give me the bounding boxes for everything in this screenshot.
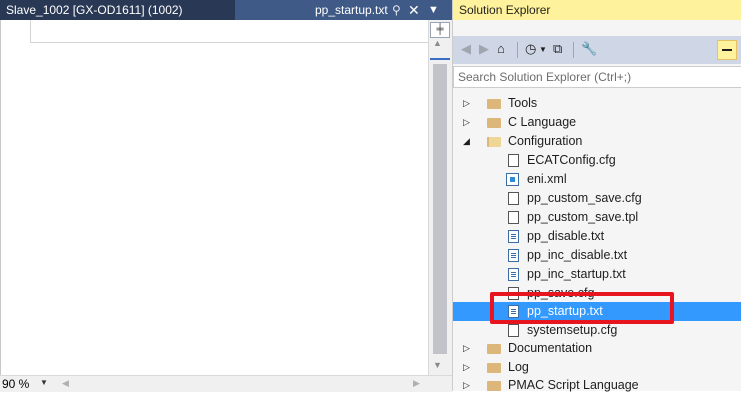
history-icon[interactable]: ◷ <box>525 41 536 57</box>
expand-arrow-icon[interactable]: ▷ <box>463 339 470 358</box>
tab-pp-startup[interactable]: pp_startup.txt ⚲ ✕ ▼ <box>235 0 452 20</box>
expand-arrow-icon[interactable]: ▷ <box>463 358 470 377</box>
document-tab-bar: Slave_1002 [GX-OD1611] (1002) pp_startup… <box>0 0 452 20</box>
tree-item-pp-inc-startup[interactable]: pp_inc_startup.txt <box>453 265 741 284</box>
pin-icon[interactable]: ⚲ <box>392 0 401 20</box>
file-icon <box>508 211 519 224</box>
scroll-right-icon[interactable]: ▶ <box>413 378 420 389</box>
zoom-level[interactable]: 90 % <box>2 377 29 391</box>
zoom-dropdown-icon[interactable]: ▼ <box>40 378 48 387</box>
highlight-box <box>490 292 674 324</box>
open-folder-icon <box>487 137 501 147</box>
tree-item-pmac-script[interactable]: ▷ PMAC Script Language <box>453 376 741 395</box>
scroll-position-marker <box>430 58 450 60</box>
code-editor: Slave_1002 [GX-OD1611] (1002) pp_startup… <box>0 0 453 392</box>
editor-navigation-bar <box>30 20 430 43</box>
history-dropdown-icon[interactable]: ▼ <box>539 45 547 54</box>
tree-item-pp-inc-disable[interactable]: pp_inc_disable.txt <box>453 246 741 265</box>
forward-icon[interactable]: ▶ <box>479 41 489 57</box>
toolbar-divider <box>573 42 574 58</box>
close-icon[interactable]: ✕ <box>408 0 420 20</box>
editor-status-bar: 90 % ▼ ◀ ▶ <box>0 375 452 392</box>
explorer-toolbar: ◀ ▶ ⌂ ◷ ▼ ⧉ 🔧 <box>453 36 741 64</box>
pin-panel-icon[interactable] <box>717 40 737 60</box>
tree-item-ecatconfig[interactable]: ECATConfig.cfg <box>453 151 741 170</box>
text-file-icon <box>508 230 519 243</box>
tree-item-c-language[interactable]: ▷ C Language <box>453 113 741 132</box>
collapse-all-icon[interactable]: ⧉ <box>553 41 562 57</box>
text-file-icon <box>508 268 519 281</box>
expand-arrow-icon[interactable]: ▷ <box>463 94 470 113</box>
solution-tree: ▷ Tools ▷ C Language ◢ Configuration ECA… <box>453 94 741 392</box>
search-input[interactable]: Search Solution Explorer (Ctrl+;) <box>453 66 741 88</box>
expand-arrow-icon[interactable]: ▷ <box>463 376 470 395</box>
tab-slave-config[interactable]: Slave_1002 [GX-OD1611] (1002) <box>0 0 235 20</box>
chevron-down-icon[interactable]: ▼ <box>428 0 439 20</box>
tree-item-log[interactable]: ▷ Log <box>453 358 741 377</box>
panel-title: Solution Explorer <box>453 0 741 20</box>
solution-explorer-panel: Solution Explorer ◀ ▶ ⌂ ◷ ▼ ⧉ 🔧 Search S… <box>452 0 741 392</box>
tree-item-pp-custom-save-tpl[interactable]: pp_custom_save.tpl <box>453 208 741 227</box>
tree-item-pp-disable[interactable]: pp_disable.txt <box>453 227 741 246</box>
expand-arrow-icon[interactable]: ▷ <box>463 113 470 132</box>
back-icon[interactable]: ◀ <box>461 41 471 57</box>
properties-wrench-icon[interactable]: 🔧 <box>581 41 597 57</box>
tree-item-eni-xml[interactable]: eni.xml <box>453 170 741 189</box>
tree-item-configuration[interactable]: ◢ Configuration <box>453 132 741 151</box>
scroll-thumb[interactable] <box>433 64 447 354</box>
home-icon[interactable]: ⌂ <box>497 41 505 56</box>
text-file-icon <box>508 249 519 262</box>
tree-item-tools[interactable]: ▷ Tools <box>453 94 741 113</box>
file-icon <box>508 192 519 205</box>
editor-text-area[interactable] <box>0 20 429 375</box>
toolbar-divider <box>517 42 518 58</box>
file-icon <box>508 154 519 167</box>
scroll-left-icon[interactable]: ◀ <box>62 378 69 389</box>
folder-icon <box>487 118 501 128</box>
scroll-up-icon[interactable]: ▲ <box>433 38 442 48</box>
file-icon <box>508 324 519 337</box>
tree-item-pp-custom-save-cfg[interactable]: pp_custom_save.cfg <box>453 189 741 208</box>
xml-file-icon <box>506 173 519 186</box>
tree-item-documentation[interactable]: ▷ Documentation <box>453 339 741 358</box>
tab-title: pp_startup.txt <box>315 3 388 17</box>
collapse-arrow-icon[interactable]: ◢ <box>463 132 470 151</box>
folder-icon <box>487 99 501 109</box>
scroll-down-icon[interactable]: ▼ <box>433 360 442 370</box>
folder-icon <box>487 381 501 391</box>
split-editor-icon[interactable]: ╪ <box>430 22 450 38</box>
folder-icon <box>487 363 501 373</box>
folder-icon <box>487 344 501 354</box>
